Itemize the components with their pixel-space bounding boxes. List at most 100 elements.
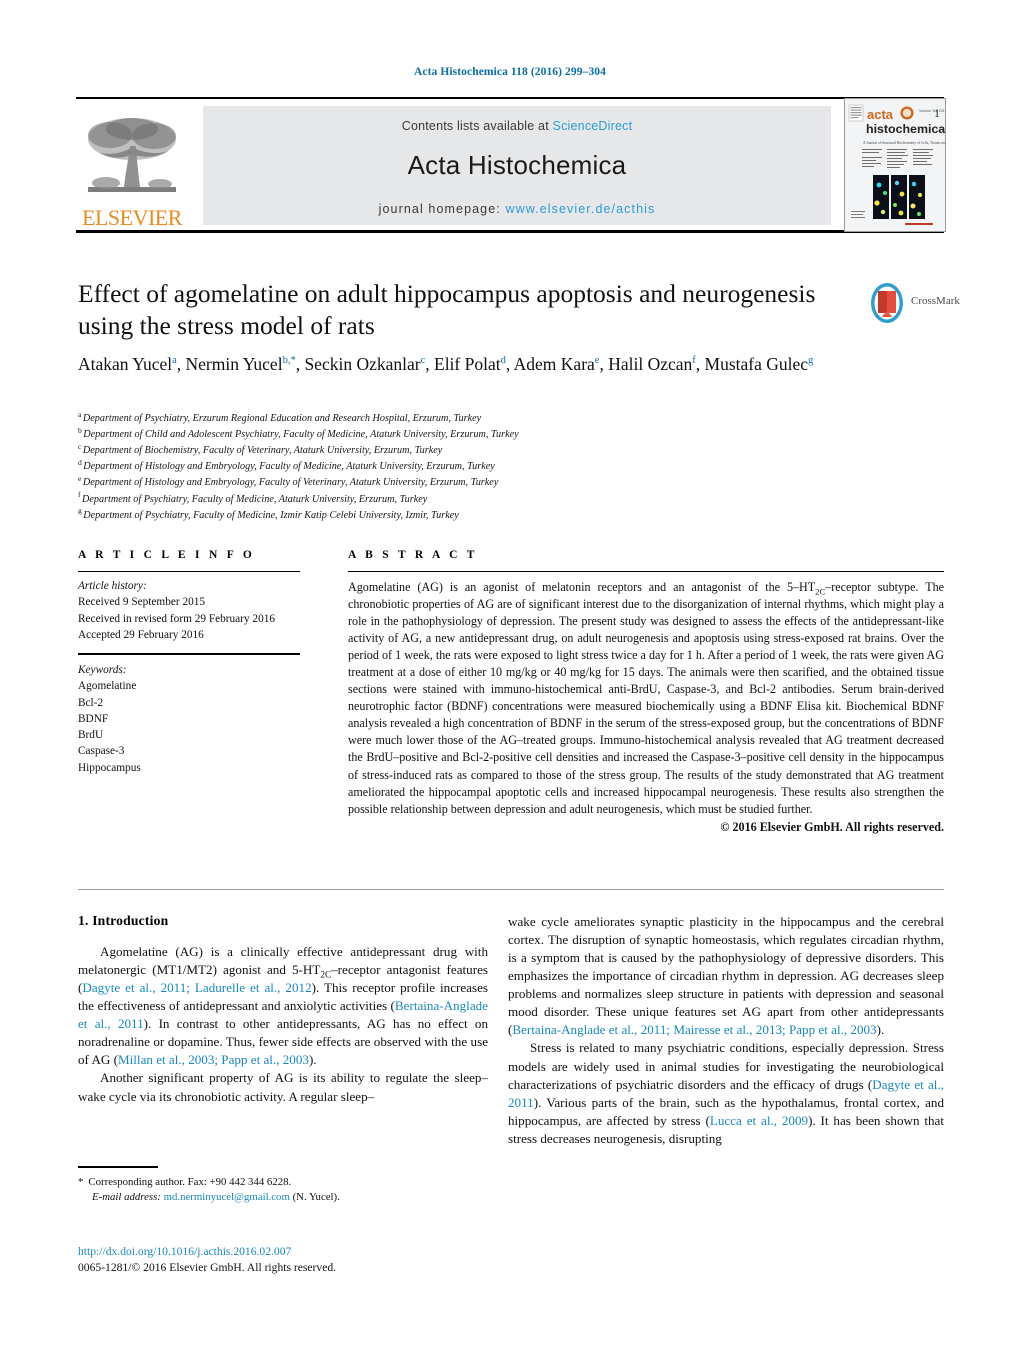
doi-footer: http://dx.doi.org/10.1016/j.acthis.2016.… (78, 1244, 538, 1277)
affiliation-text: Department of Child and Adolescent Psych… (83, 429, 519, 441)
title-block: Effect of agomelatine on adult hippocamp… (78, 278, 838, 341)
running-head: Acta Histochemica 118 (2016) 299–304 (413, 66, 607, 78)
masthead-top-rule (76, 97, 944, 99)
svg-text:Volume 118 2016: Volume 118 2016 (919, 109, 945, 113)
author-affiliation-mark: f (692, 355, 696, 367)
abstract-text: Agomelatine (AG) is an agonist of melato… (348, 579, 944, 818)
affiliation-item: d Department of Histology and Embryology,… (78, 459, 718, 475)
author-item: Atakan Yucela (78, 354, 177, 374)
author-item: Mustafa Gulecg (704, 354, 814, 374)
body-column-left: 1. Introduction Agomelatine (AG) is a cl… (78, 913, 488, 1106)
affiliation-item: g Department of Psychiatry, Faculty of Me… (78, 507, 718, 524)
footnote-rule (78, 1166, 158, 1168)
crossmark-label: CrossMark (911, 295, 960, 307)
footnote-star-mark: * (78, 1175, 84, 1188)
author-item: Seckin Ozkanlarc (304, 354, 426, 374)
abstract-text-part1: Agomelatine (AG) is an agonist of melato… (348, 580, 816, 594)
affiliation-mark: f (78, 490, 81, 500)
affiliation-list: a Department of Psychiatry, Erzurum Regio… (78, 409, 718, 524)
elsevier-logo: ELSEVIER (76, 105, 188, 229)
par2-text-b: ). (876, 1022, 885, 1038)
abstract-text-part2: –receptor subtype. The chronobiotic prop… (348, 580, 944, 816)
body-separator-rule (78, 889, 944, 890)
citation-link[interactable]: Lucca et al., 2009 (710, 1113, 808, 1128)
journal-homepage-line: journal homepage: www.elsevier.de/acthis (203, 202, 831, 216)
article-info-heading: A R T I C L E I N F O (78, 549, 256, 561)
affiliation-mark: a (78, 409, 82, 419)
keyword-item: Caspase-3 (78, 745, 125, 758)
svg-text:histochemica: histochemica (866, 122, 945, 136)
affiliation-item: f Department of Psychiatry, Faculty of Me… (78, 490, 718, 508)
keyword-item: Hippocampus (78, 761, 141, 774)
introduction-heading: 1. Introduction (78, 913, 169, 928)
affiliation-mark: b (78, 425, 82, 435)
journal-title: Acta Histochemica (407, 150, 627, 180)
author-affiliation-mark: d (500, 355, 506, 367)
affiliation-text: Department of Psychiatry, Erzurum Region… (82, 413, 482, 424)
author-affiliation-mark: g (808, 355, 814, 367)
introduction-paragraph-2-start: Another significant property of AG is it… (78, 1070, 488, 1104)
corresponding-author-footnote: * Corresponding author. Fax: +90 442 344 … (78, 1166, 488, 1206)
body-column-right: wake cycle ameliorates synaptic plastici… (508, 913, 944, 1148)
citation-link[interactable]: Bertaina-Anglade et al., 2011; Mairesse … (512, 1022, 876, 1037)
history-item: Received in revised form 29 February 201… (78, 612, 276, 625)
author-affiliation-mark: b,* (282, 355, 296, 367)
citation-link[interactable]: Dagyte et al., 2011; Ladurelle et al., 2… (82, 980, 311, 995)
keywords-label: Keywords: (78, 664, 127, 677)
article-info-rule-top (78, 571, 300, 572)
par2-text-a: wake cycle ameliorates synaptic plastici… (508, 914, 944, 1038)
elsevier-wordmark: ELSEVIER (82, 205, 182, 230)
issn-copyright-line: 0065-1281/© 2016 Elsevier GmbH. All righ… (78, 1261, 337, 1275)
footnote-body: * Corresponding author. Fax: +90 442 344 … (78, 1175, 488, 1207)
keyword-item: BrdU (78, 729, 104, 742)
footnote-corresponding-text: Corresponding author. Fax: +90 442 344 6… (88, 1175, 292, 1188)
masthead-bottom-rule (76, 230, 944, 233)
journal-homepage-link[interactable]: www.elsevier.de/acthis (505, 202, 655, 216)
crossmark-icon (871, 283, 903, 323)
keywords-block: Keywords: Agomelatine Bcl-2 BDNF BrdU Ca… (78, 662, 300, 776)
footnote-email-label: E-mail address: (92, 1191, 161, 1204)
author-affiliation-mark: c (420, 355, 426, 367)
sciencedirect-link[interactable]: ScienceDirect (553, 119, 633, 133)
author-item: Halil Ozcanf (608, 354, 696, 374)
affiliation-item: c Department of Biochemistry, Faculty of … (78, 443, 718, 459)
contents-prefix: Contents lists available at (401, 119, 553, 133)
affiliation-item: a Department of Psychiatry, Erzurum Regio… (78, 409, 718, 427)
introduction-paragraph-2-cont: wake cycle ameliorates synaptic plastici… (508, 913, 944, 1039)
article-history-block: Article history: Received 9 September 20… (78, 578, 300, 643)
svg-text:acta: acta (867, 107, 894, 122)
footnote-email-owner: (N. Yucel). (292, 1191, 340, 1204)
affiliation-text: Department of Psychiatry, Faculty of Med… (82, 493, 428, 505)
author-affiliation-mark: e (594, 355, 600, 367)
par1-text-e: ). (308, 1052, 317, 1068)
introduction-paragraph-1: Agomelatine (AG) is a clinically effecti… (78, 943, 488, 1069)
journal-band: Contents lists available at ScienceDirec… (203, 106, 831, 225)
author-item: Adem Karae (513, 354, 600, 374)
crossmark-badge[interactable]: CrossMark (869, 281, 961, 327)
affiliation-text: Department of Psychiatry, Faculty of Med… (83, 509, 459, 521)
journal-cover-thumbnail: acta Volume 118 2016 1 histochemica A Jo… (844, 98, 946, 232)
keyword-item: Bcl-2 (78, 696, 104, 709)
author-list: Atakan Yucela, Nermin Yucelb,*, Seckin O… (78, 354, 814, 374)
page-title: Effect of agomelatine on adult hippocamp… (78, 279, 816, 340)
abstract-section: A B S T R A C T Agomelatine (AG) is an a… (348, 549, 944, 835)
par1-subscript: 2C (320, 969, 332, 980)
citation-link[interactable]: Millan et al., 2003; Papp et al., 2003 (118, 1052, 309, 1067)
history-item: Accepted 29 February 2016 (78, 628, 204, 641)
affiliation-text: Department of Biochemistry, Faculty of V… (82, 445, 443, 457)
author-item: Nermin Yucelb,* (185, 354, 296, 374)
doi-link[interactable]: http://dx.doi.org/10.1016/j.acthis.2016.… (78, 1244, 538, 1260)
introduction-paragraph-3: Stress is related to many psychiatric co… (508, 1039, 944, 1147)
affiliation-item: e Department of Histology and Embryology,… (78, 475, 718, 491)
article-history-label: Article history: (78, 580, 147, 592)
abstract-subscript: 2C (815, 586, 826, 597)
journal-masthead: ELSEVIER Contents lists available at Sci… (76, 97, 946, 233)
homepage-prefix: journal homepage: (378, 202, 506, 216)
article-info-section: A R T I C L E I N F O Article history: R… (78, 549, 300, 776)
author-item: Elif Polatd (434, 354, 506, 374)
footnote-email-link[interactable]: md.nerminyucel@gmail.com (164, 1191, 290, 1203)
footnote-line-2: E-mail address: md.nerminyucel@gmail.com… (78, 1190, 488, 1206)
svg-text:1: 1 (934, 106, 940, 120)
author-affiliation-mark: a (172, 355, 177, 367)
elsevier-tree-icon (88, 118, 176, 192)
